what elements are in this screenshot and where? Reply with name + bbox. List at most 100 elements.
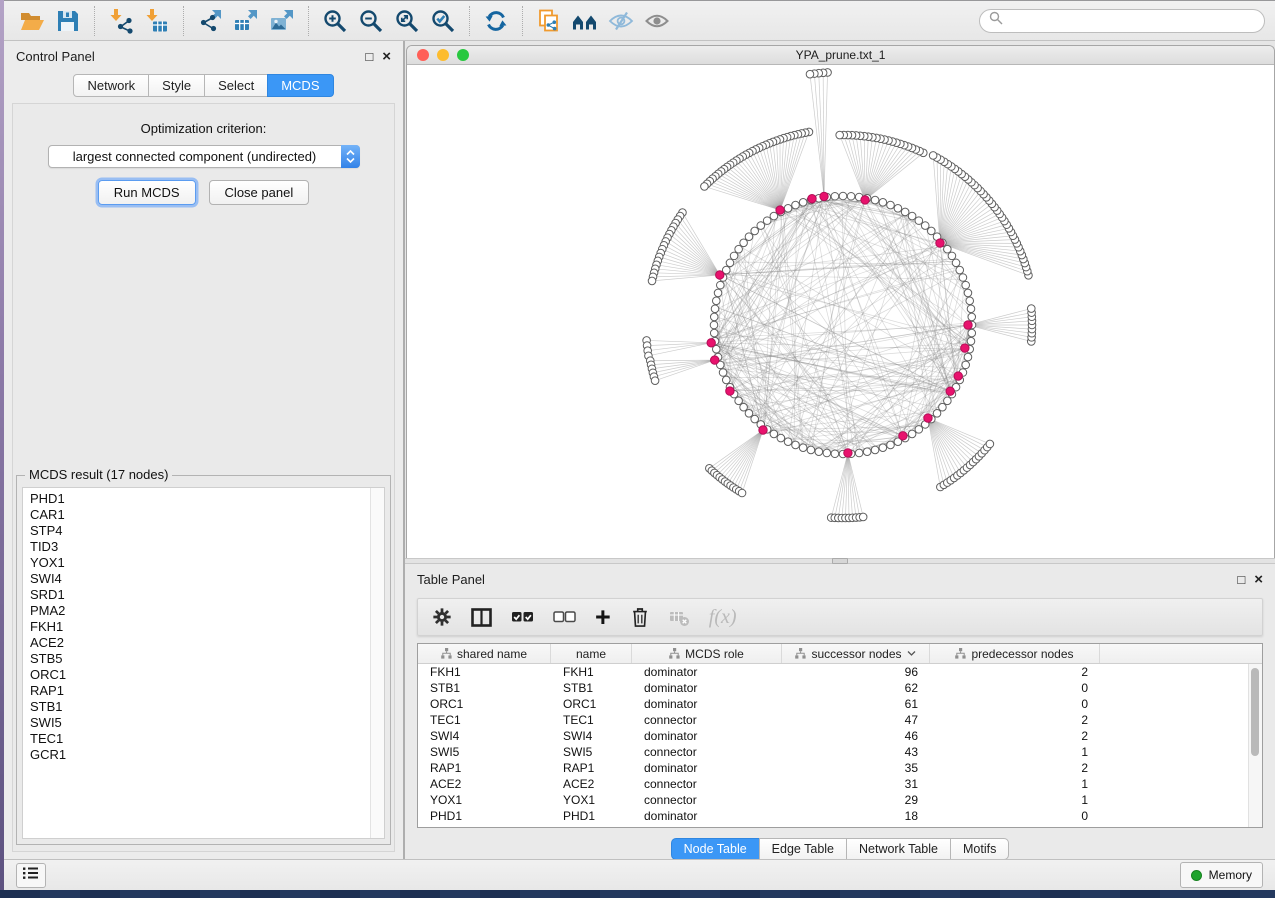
show-all-button[interactable] (639, 5, 675, 37)
tab-select[interactable]: Select (204, 74, 268, 97)
minimize-window-button[interactable] (437, 49, 449, 61)
table-row[interactable]: RAP1RAP1dominator352 (418, 760, 1249, 776)
mcds-list-scrollbar[interactable] (370, 488, 384, 838)
tab-style[interactable]: Style (148, 74, 205, 97)
export-table-button[interactable] (228, 5, 264, 37)
network-canvas[interactable] (407, 65, 1274, 558)
table-row[interactable]: YOX1YOX1connector291 (418, 792, 1249, 808)
table-panel: Table Panel □ × + f(x) (405, 564, 1275, 859)
tab-network[interactable]: Network (73, 74, 149, 97)
cytoscape-window: Control Panel □ × NetworkStyleSelectMCDS… (4, 0, 1275, 890)
table-row[interactable]: TEC1TEC1connector472 (418, 712, 1249, 728)
deselect-all-checkboxes-icon[interactable] (553, 611, 576, 623)
table-row[interactable]: SWI5SWI5connector431 (418, 744, 1249, 760)
delete-column-icon[interactable] (630, 606, 650, 628)
column-header-predecessor-nodes[interactable]: predecessor nodes (930, 644, 1100, 663)
float-table-panel-icon[interactable]: □ (1237, 573, 1245, 586)
search-field[interactable] (979, 9, 1265, 33)
mcds-result-item[interactable]: SWI4 (30, 571, 370, 587)
network-graph[interactable] (407, 65, 1273, 558)
table-row[interactable]: STB1STB1dominator620 (418, 680, 1249, 696)
mcds-result-item[interactable]: PHD1 (30, 491, 370, 507)
table-row[interactable]: SWI4SWI4dominator462 (418, 728, 1249, 744)
mcds-result-item[interactable]: FKH1 (30, 619, 370, 635)
float-panel-icon[interactable]: □ (365, 50, 373, 63)
refresh-view-button[interactable] (478, 5, 514, 37)
table-row[interactable]: ACE2ACE2connector311 (418, 776, 1249, 792)
table-cell: ACE2 (551, 777, 632, 791)
mcds-result-item[interactable]: STP4 (30, 523, 370, 539)
mcds-result-item[interactable]: YOX1 (30, 555, 370, 571)
table-cell: 0 (930, 697, 1100, 711)
zoom-out-button[interactable] (353, 5, 389, 37)
mcds-result-item[interactable]: ACE2 (30, 635, 370, 651)
save-session-button[interactable] (50, 5, 86, 37)
export-image-button[interactable] (264, 5, 300, 37)
desktop: Control Panel □ × NetworkStyleSelectMCDS… (0, 0, 1275, 898)
zoom-selected-button[interactable] (425, 5, 461, 37)
run-mcds-button[interactable]: Run MCDS (98, 180, 196, 205)
mcds-result-item[interactable]: TID3 (30, 539, 370, 555)
import-table-button[interactable] (139, 5, 175, 37)
table-header-row: shared namenameMCDS rolesuccessor nodesp… (418, 644, 1262, 664)
mcds-result-item[interactable]: STB5 (30, 651, 370, 667)
column-header-shared-name[interactable]: shared name (418, 644, 551, 663)
tab-mcds[interactable]: MCDS (267, 74, 333, 97)
close-table-panel-icon[interactable]: × (1254, 572, 1263, 587)
column-type-icon (441, 648, 452, 659)
table-scrollbar[interactable] (1248, 664, 1262, 827)
delete-table-icon[interactable] (669, 608, 690, 627)
table-tab-motifs[interactable]: Motifs (950, 838, 1009, 860)
table-row[interactable]: FKH1FKH1dominator962 (418, 664, 1249, 680)
mcds-result-list[interactable]: PHD1CAR1STP4TID3YOX1SWI4SRD1PMA2FKH1ACE2… (22, 487, 385, 839)
criterion-dropdown[interactable]: largest connected component (undirected) (48, 145, 360, 168)
mcds-result-item[interactable]: CAR1 (30, 507, 370, 523)
table-row[interactable]: ORC1ORC1dominator610 (418, 696, 1249, 712)
mcds-result-item[interactable]: SRD1 (30, 587, 370, 603)
close-panel-button[interactable]: Close panel (209, 180, 310, 205)
settings-gear-icon[interactable] (432, 607, 452, 627)
column-header-MCDS-role[interactable]: MCDS role (632, 644, 782, 663)
table-tab-node-table[interactable]: Node Table (671, 838, 760, 860)
criterion-value: largest connected component (undirected) (49, 149, 341, 164)
table-row[interactable]: PHD1PHD1dominator180 (418, 808, 1249, 824)
table-tab-network-table[interactable]: Network Table (846, 838, 951, 860)
import-network-button[interactable] (103, 5, 139, 37)
table-tab-edge-table[interactable]: Edge Table (759, 838, 847, 860)
mcds-result-item[interactable]: RAP1 (30, 683, 370, 699)
table-scrollbar-thumb[interactable] (1251, 668, 1259, 756)
mcds-result-item[interactable]: ORC1 (30, 667, 370, 683)
zoom-in-button[interactable] (317, 5, 353, 37)
select-all-checkboxes-icon[interactable] (511, 611, 534, 623)
close-window-button[interactable] (417, 49, 429, 61)
hide-selected-button[interactable] (603, 5, 639, 37)
column-layout-icon[interactable] (471, 608, 492, 627)
table-cell: ORC1 (418, 697, 551, 711)
table-cell: 31 (782, 777, 930, 791)
mcds-result-item[interactable]: PMA2 (30, 603, 370, 619)
export-network-button[interactable] (192, 5, 228, 37)
task-history-button[interactable] (16, 863, 46, 888)
table-cell: 61 (782, 697, 930, 711)
search-input[interactable] (1009, 13, 1255, 29)
toolbar-separator (183, 6, 184, 36)
function-builder-icon[interactable]: f(x) (709, 606, 737, 629)
first-neighbors-button[interactable] (567, 5, 603, 37)
column-header-name[interactable]: name (551, 644, 632, 663)
table-cell: 2 (930, 761, 1100, 775)
zoom-fit-button[interactable] (389, 5, 425, 37)
table-cell: 2 (930, 713, 1100, 727)
maximize-window-button[interactable] (457, 49, 469, 61)
add-column-icon[interactable]: + (595, 607, 611, 627)
column-header-successor-nodes[interactable]: successor nodes (782, 644, 930, 663)
mcds-result-item[interactable]: STB1 (30, 699, 370, 715)
mcds-result-item[interactable]: SWI5 (30, 715, 370, 731)
memory-button[interactable]: Memory (1180, 862, 1263, 888)
mcds-result-item[interactable]: GCR1 (30, 747, 370, 763)
duplicate-network-button[interactable] (531, 5, 567, 37)
mcds-result-item[interactable]: TEC1 (30, 731, 370, 747)
close-panel-icon[interactable]: × (382, 49, 391, 64)
open-file-button[interactable] (14, 5, 50, 37)
zoom-selected-icon (430, 8, 456, 34)
network-window-titlebar[interactable]: YPA_prune.txt_1 (407, 46, 1274, 65)
